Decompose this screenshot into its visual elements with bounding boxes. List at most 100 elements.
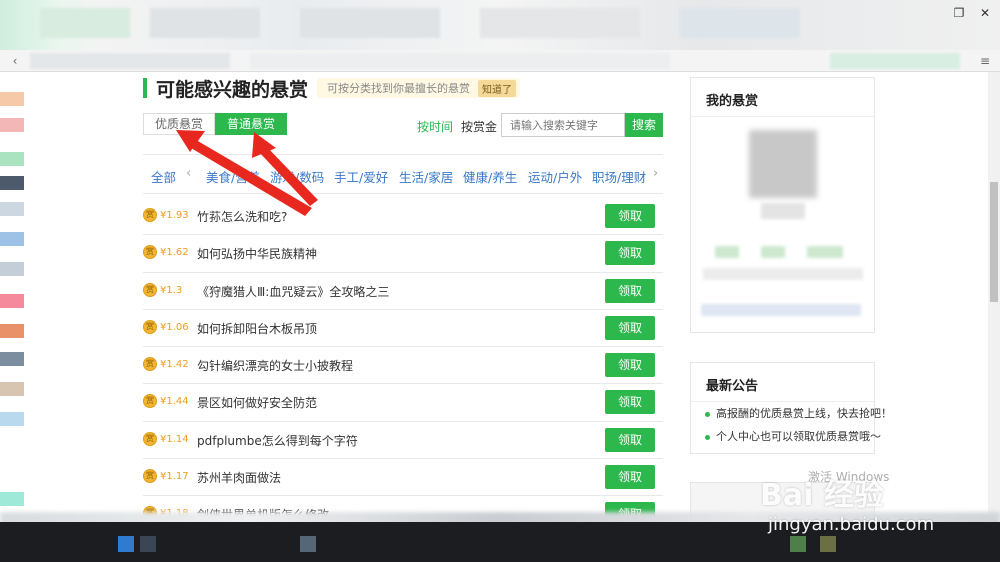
claim-button[interactable]: 领取 <box>605 315 655 340</box>
address-text-blurred <box>30 53 230 69</box>
taskbar-app-icon[interactable] <box>300 536 316 552</box>
claim-button[interactable]: 领取 <box>605 353 655 378</box>
restore-icon[interactable]: ❐ <box>952 6 966 20</box>
stat-blurred <box>807 246 843 258</box>
reward-amount: ¥1.17 <box>160 471 189 483</box>
reward-amount: ¥1.42 <box>160 359 189 371</box>
category-crafts[interactable]: 手工/爱好 <box>334 167 388 186</box>
chevron-right-icon[interactable]: › <box>653 166 658 181</box>
address-bar[interactable]: ‹ ≡ <box>0 50 1000 72</box>
taskbar-app-icon[interactable] <box>118 536 134 552</box>
toolbar-icons-blurred <box>830 53 960 69</box>
coin-icon: 赏 <box>143 282 157 297</box>
section-accent-bar <box>143 78 147 98</box>
stat-blurred <box>715 246 739 258</box>
chevron-left-icon[interactable]: ‹ <box>186 166 191 181</box>
reward-type-tabs: 优质悬赏 普通悬赏 <box>143 113 288 135</box>
claim-button[interactable]: 领取 <box>605 465 655 490</box>
coin-icon: 赏 <box>143 208 157 222</box>
left-panel-blurred <box>0 72 28 522</box>
browser-tab[interactable] <box>300 8 440 38</box>
question-title[interactable]: 如何弘扬中华民族精神 <box>197 245 317 262</box>
stat-labels-blurred <box>703 268 863 280</box>
avatar <box>749 130 817 198</box>
category-nav: 全部 ‹ 美食/营养 游戏/数码 手工/爱好 生活/家居 健康/养生 运动/户外… <box>143 154 663 194</box>
list-item: 赏 ¥1.06 如何拆卸阳台木板吊顶 领取 <box>143 310 663 348</box>
search-button[interactable]: 搜索 <box>625 113 663 137</box>
address-text-blurred <box>250 53 670 69</box>
list-item: 赏 ¥1.3 《狩魔猎人Ⅲ:血咒疑云》全攻略之三 领取 <box>143 273 663 310</box>
claim-button[interactable]: 领取 <box>605 241 655 266</box>
announcements-card: 最新公告 高报酬的优质悬赏上线，快去抢吧！ 个人中心也可以领取优质悬赏哦～ <box>690 362 892 454</box>
question-title[interactable]: 苏州羊肉面做法 <box>197 469 281 486</box>
reward-amount: ¥1.3 <box>160 284 183 296</box>
category-games[interactable]: 游戏/数码 <box>270 167 324 186</box>
question-title[interactable]: 《狩魔猎人Ⅲ:血咒疑云》全攻略之三 <box>197 283 389 300</box>
list-item: 赏 ¥1.44 景区如何做好安全防范 领取 <box>143 384 663 422</box>
scrollbar-thumb[interactable] <box>990 182 998 302</box>
list-item: 赏 ¥1.14 pdfplumbe怎么得到每个字符 领取 <box>143 422 663 460</box>
taskbar-app-icon[interactable] <box>790 536 806 552</box>
coin-icon: 赏 <box>143 394 157 409</box>
sort-by-time[interactable]: 按时间 <box>417 118 453 135</box>
tab-normal-rewards[interactable]: 普通悬赏 <box>215 113 288 135</box>
list-item: 赏 ¥1.62 如何弘扬中华民族精神 领取 <box>143 235 663 273</box>
announcements-title: 最新公告 <box>706 379 759 394</box>
tab-quality-rewards[interactable]: 优质悬赏 <box>143 113 216 135</box>
section-header: 可能感兴趣的悬赏 <box>143 76 309 101</box>
question-title[interactable]: pdfplumbe怎么得到每个字符 <box>197 432 358 449</box>
section-title: 可能感兴趣的悬赏 <box>156 78 309 101</box>
category-all[interactable]: 全部 <box>151 167 176 186</box>
hint-banner: 可按分类找到你最擅长的悬赏 知道了 <box>317 78 520 98</box>
category-sports[interactable]: 运动/户外 <box>528 167 582 186</box>
category-food[interactable]: 美食/营养 <box>206 167 260 186</box>
taskbar-app-icon[interactable] <box>820 536 836 552</box>
category-career[interactable]: 职场/理财 <box>592 167 646 186</box>
announcement-item[interactable]: 高报酬的优质悬赏上线，快去抢吧！ <box>705 405 892 421</box>
got-it-button[interactable]: 知道了 <box>478 79 516 97</box>
my-rewards-title: 我的悬赏 <box>706 94 759 109</box>
category-health[interactable]: 健康/养生 <box>463 167 517 186</box>
question-title[interactable]: 竹荪怎么洗和吃? <box>197 208 287 225</box>
reward-amount: ¥1.93 <box>160 210 189 221</box>
baidu-jingyan-watermark: 激活 Windows Bai 经验 jingyan.baidu.com <box>760 468 990 538</box>
watermark-url: jingyan.baidu.com <box>768 514 935 535</box>
announcement-item[interactable]: 个人中心也可以领取优质悬赏哦～ <box>705 428 881 444</box>
coin-icon: 赏 <box>143 357 157 372</box>
category-home[interactable]: 生活/家居 <box>399 167 453 186</box>
browser-tab[interactable] <box>150 8 260 38</box>
coin-icon: 赏 <box>143 469 157 484</box>
list-item: 赏 ¥1.17 苏州羊肉面做法 领取 <box>143 459 663 497</box>
stat-blurred <box>761 246 785 258</box>
reward-amount: ¥1.14 <box>160 433 189 445</box>
menu-icon[interactable]: ≡ <box>978 54 992 68</box>
coin-icon: 赏 <box>143 319 157 334</box>
reward-amount: ¥1.62 <box>160 247 189 259</box>
back-arrow-icon[interactable]: ‹ <box>8 54 22 68</box>
browser-tab[interactable] <box>680 8 800 38</box>
coin-icon: 赏 <box>143 431 157 446</box>
question-title[interactable]: 景区如何做好安全防范 <box>197 394 317 411</box>
question-title[interactable]: 如何拆卸阳台木板吊顶 <box>197 320 317 337</box>
browser-tab[interactable] <box>40 8 130 38</box>
sort-by-amount[interactable]: 按赏金 <box>461 118 497 135</box>
claim-button[interactable]: 领取 <box>605 390 655 415</box>
taskbar-app-icon[interactable] <box>140 536 156 552</box>
page-scrollbar[interactable] <box>988 72 1000 522</box>
claim-button[interactable]: 领取 <box>605 204 655 228</box>
divider <box>691 116 874 117</box>
reward-list: 赏 ¥1.93 竹荪怎么洗和吃? 领取 赏 ¥1.62 如何弘扬中华民族精神 领… <box>143 198 663 534</box>
browser-tab[interactable] <box>480 8 640 38</box>
list-item: 赏 ¥1.42 勾针编织漂亮的女士小披教程 领取 <box>143 347 663 385</box>
search-input[interactable] <box>501 113 625 137</box>
claim-button[interactable]: 领取 <box>605 427 655 452</box>
claim-button[interactable]: 领取 <box>605 278 655 303</box>
watermark-logo: Bai 经验 <box>760 478 884 513</box>
close-icon[interactable]: ✕ <box>978 6 992 20</box>
list-item: 赏 ¥1.93 竹荪怎么洗和吃? 领取 <box>143 198 663 236</box>
hint-text: 可按分类找到你最擅长的悬赏 <box>327 82 470 95</box>
divider <box>691 401 874 402</box>
link-blurred <box>701 304 861 316</box>
question-title[interactable]: 勾针编织漂亮的女士小披教程 <box>197 357 353 374</box>
reward-amount: ¥1.06 <box>160 321 189 333</box>
